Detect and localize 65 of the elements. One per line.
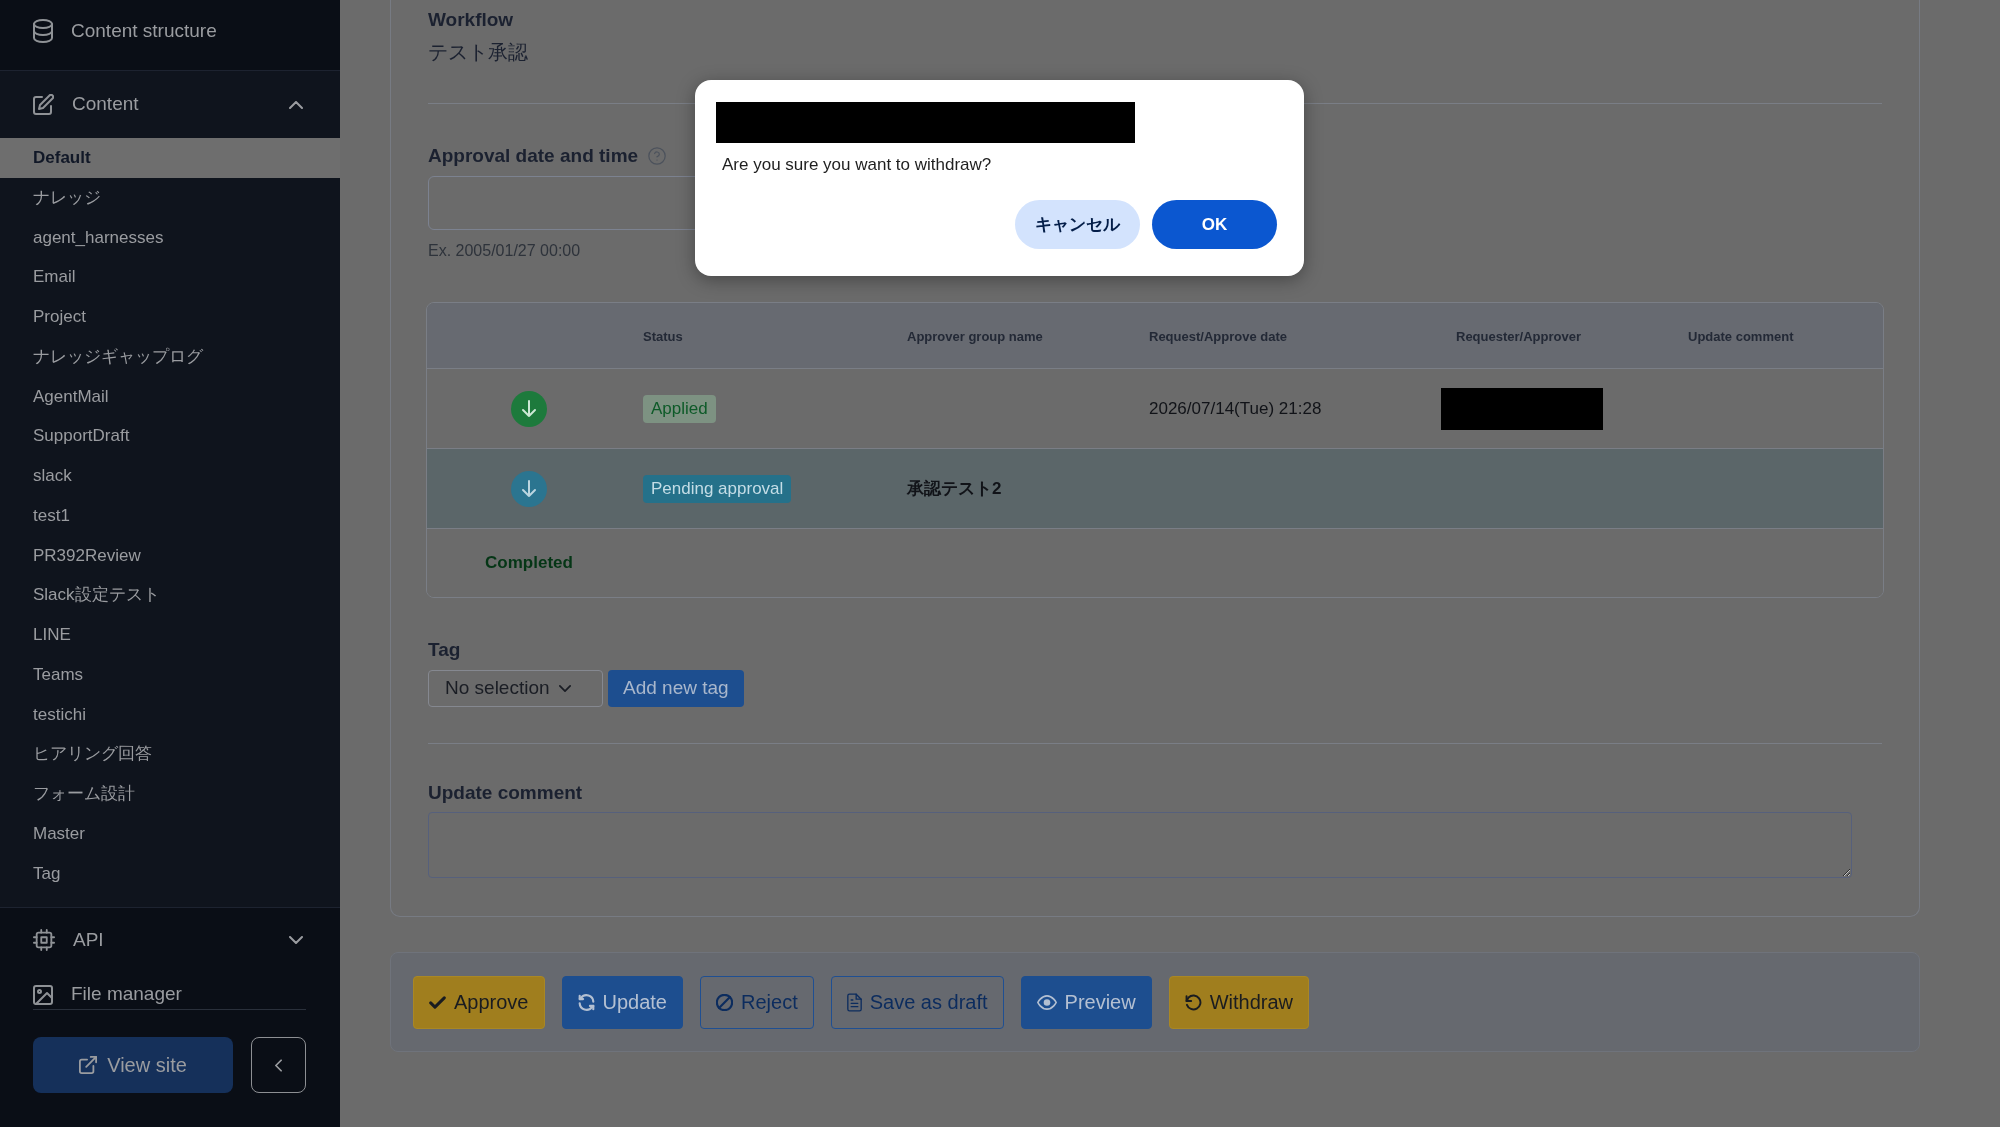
- approve-button[interactable]: Approve: [413, 975, 545, 1029]
- example-text: Ex. 2005/01/27 00:00: [428, 241, 582, 261]
- api-menu-toggle[interactable]: API: [0, 908, 340, 972]
- comment-field[interactable]: [428, 812, 1852, 878]
- column-header: Requester/Approver: [1456, 328, 1581, 344]
- sidebar-item[interactable]: Email: [0, 257, 340, 297]
- withdraw-button[interactable]: Withdraw: [1168, 975, 1310, 1029]
- ban-icon: [716, 993, 733, 1011]
- sidebar-item[interactable]: LINE: [0, 615, 340, 655]
- update-button[interactable]: Update: [561, 975, 683, 1029]
- column-header: Status: [643, 328, 683, 344]
- content-menu-toggle[interactable]: Content: [0, 71, 340, 138]
- sidebar-item[interactable]: AgentMail: [0, 376, 340, 417]
- sidebar-item[interactable]: Tag: [0, 853, 340, 894]
- sidebar-item[interactable]: testichi: [0, 694, 340, 735]
- status-badge: Pending approval: [643, 474, 792, 503]
- help-icon: [648, 147, 667, 165]
- status-badge: Applied: [643, 394, 716, 423]
- database-icon: [33, 19, 53, 43]
- group-name-text: 承認テスト2: [907, 478, 1002, 498]
- sidebar-item[interactable]: test1: [0, 495, 340, 536]
- document-icon: [846, 992, 862, 1012]
- arrow-down-icon: [511, 470, 547, 507]
- dialog-message: Are you sure you want to withdraw?: [722, 154, 993, 176]
- field-label: Approval date and time: [428, 144, 639, 168]
- field-value: テスト承認: [428, 40, 529, 64]
- column-header: Approver group name: [907, 328, 1043, 344]
- external-link-icon: [79, 1056, 98, 1074]
- image-icon: [33, 984, 53, 1005]
- refresh-icon: [577, 993, 595, 1011]
- sidebar-item[interactable]: Teams: [0, 654, 340, 695]
- sidebar-item[interactable]: Default: [0, 138, 340, 178]
- arrow-down-icon: [511, 390, 547, 427]
- eye-icon: [1036, 994, 1057, 1010]
- field-label: Update comment: [428, 781, 584, 805]
- file-manager-link[interactable]: File manager: [33, 980, 306, 1010]
- sidebar-item[interactable]: ヒアリング回答: [0, 734, 340, 774]
- sidebar-item[interactable]: Project: [0, 297, 340, 337]
- chip-icon: [33, 929, 55, 951]
- sidebar-item[interactable]: agent_harnesses: [0, 217, 340, 258]
- add-tag-button[interactable]: Add new tag: [608, 670, 744, 707]
- column-header: Request/Approve date: [1149, 328, 1287, 344]
- completed-label: Completed: [485, 553, 573, 573]
- preview-button[interactable]: Preview: [1020, 975, 1152, 1029]
- sidebar-item[interactable]: フォーム設計: [0, 774, 340, 814]
- sidebar-item[interactable]: slack: [0, 456, 340, 496]
- check-icon: [429, 995, 446, 1009]
- chevron-left-icon: [275, 1058, 282, 1072]
- sidebar-item[interactable]: ナレッジギャップログ: [0, 336, 340, 377]
- ok-button[interactable]: OK: [1152, 200, 1277, 249]
- view-site-button[interactable]: View site: [33, 1037, 233, 1093]
- undo-icon: [1184, 993, 1202, 1011]
- field-label: Workflow: [428, 8, 515, 32]
- sidebar-item[interactable]: SupportDraft: [0, 416, 340, 456]
- field-label: Tag: [428, 638, 462, 662]
- cancel-button[interactable]: キャンセル: [1015, 200, 1140, 249]
- chevron-down-icon: [558, 685, 571, 692]
- date-text: 2026/07/14(Tue) 21:28: [1149, 398, 1322, 418]
- edit-icon: [33, 94, 54, 115]
- collapse-sidebar-button[interactable]: [251, 1037, 306, 1093]
- column-header: Update comment: [1688, 328, 1794, 344]
- sidebar-item[interactable]: Master: [0, 813, 340, 854]
- sidebar-item[interactable]: PR392Review: [0, 535, 340, 576]
- sidebar-item[interactable]: Slack設定テスト: [0, 575, 340, 615]
- sidebar-item[interactable]: ナレッジ: [0, 177, 340, 218]
